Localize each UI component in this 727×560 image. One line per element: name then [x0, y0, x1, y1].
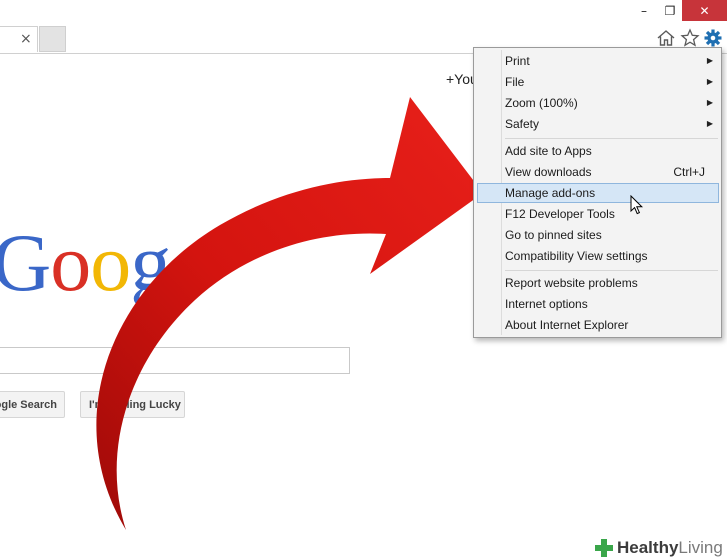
menu-item-print[interactable]: Print ▶	[477, 51, 719, 71]
menu-item-shortcut: Ctrl+J	[673, 165, 705, 179]
submenu-arrow-icon: ▶	[706, 56, 713, 65]
menu-item-label: F12 Developer Tools	[505, 207, 615, 221]
menu-item-compatibility-view-settings[interactable]: Compatibility View settings	[477, 246, 719, 266]
menu-item-file[interactable]: File ▶	[477, 72, 719, 92]
menu-item-internet-options[interactable]: Internet options	[477, 294, 719, 314]
tools-menu: Print ▶ File ▶ Zoom (100%) ▶ Safety ▶ Add si…	[473, 47, 722, 338]
menu-item-report-website-problems[interactable]: Report website problems	[477, 273, 719, 293]
menu-item-manage-add-ons[interactable]: Manage add-ons	[477, 183, 719, 203]
menu-item-label: File	[505, 75, 525, 89]
menu-item-label: Print	[505, 54, 530, 68]
menu-item-go-to-pinned-sites[interactable]: Go to pinned sites	[477, 225, 719, 245]
menu-item-add-site-to-apps[interactable]: Add site to Apps	[477, 141, 719, 161]
menu-item-view-downloads[interactable]: View downloads Ctrl+J	[477, 162, 719, 182]
menu-item-label: Report website problems	[505, 276, 638, 290]
menu-item-label: About Internet Explorer	[505, 318, 629, 332]
menu-item-label: Internet options	[505, 297, 588, 311]
menu-separator	[505, 138, 718, 139]
watermark-brand-b: Living	[678, 537, 723, 557]
menu-item-label: View downloads	[505, 165, 592, 179]
menu-item-label: Safety	[505, 117, 540, 131]
menu-item-safety[interactable]: Safety ▶	[477, 114, 719, 134]
menu-item-about-internet-explorer[interactable]: About Internet Explorer	[477, 315, 719, 335]
menu-item-label: Manage add-ons	[505, 186, 596, 200]
menu-item-zoom[interactable]: Zoom (100%) ▶	[477, 93, 719, 113]
menu-item-f12-developer-tools[interactable]: F12 Developer Tools	[477, 204, 719, 224]
menu-item-label: Compatibility View settings	[505, 249, 648, 263]
menu-item-label: Go to pinned sites	[505, 228, 602, 242]
menu-item-label: Zoom (100%)	[505, 96, 578, 110]
healthy-living-watermark: Healthy Living	[593, 535, 727, 560]
submenu-arrow-icon: ▶	[706, 77, 713, 86]
menu-item-label: Add site to Apps	[505, 144, 592, 158]
mouse-cursor-icon	[630, 195, 644, 215]
menu-separator	[505, 270, 718, 271]
submenu-arrow-icon: ▶	[706, 119, 713, 128]
watermark-brand-a: Healthy	[617, 537, 679, 557]
submenu-arrow-icon: ▶	[706, 98, 713, 107]
green-cross-icon	[595, 538, 613, 557]
